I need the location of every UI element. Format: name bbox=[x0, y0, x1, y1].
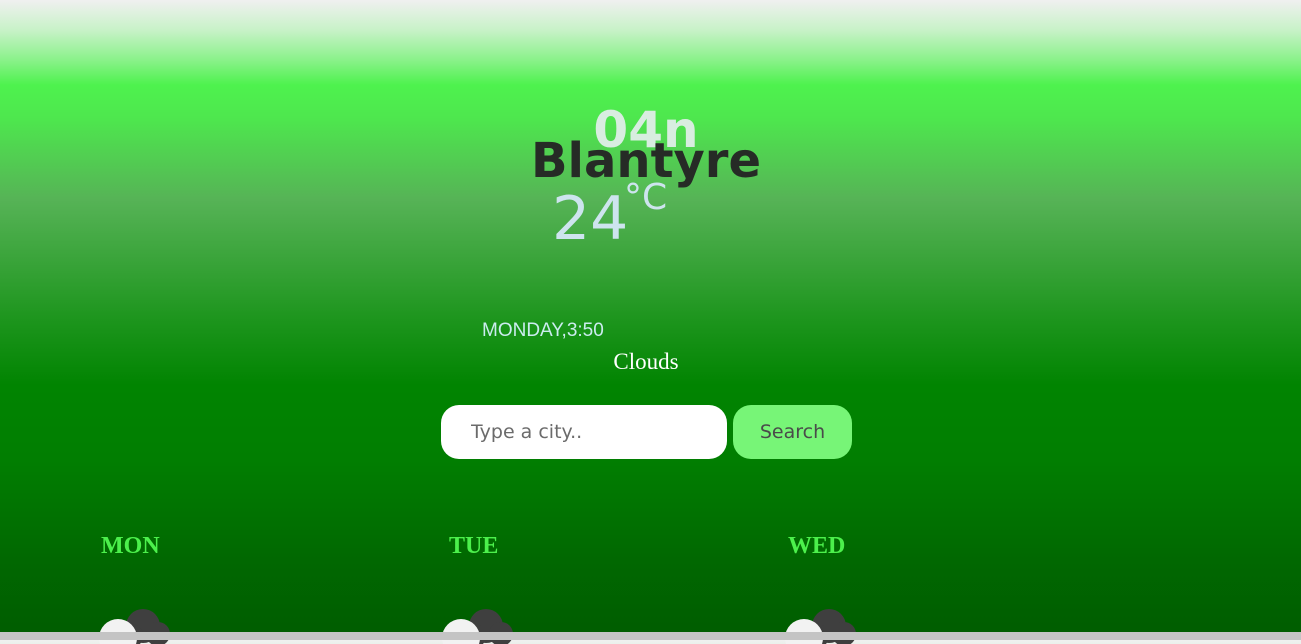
temperature-value: 24 bbox=[552, 184, 629, 254]
weather-description: Clouds bbox=[613, 349, 679, 374]
forecast-day-tue: TUE bbox=[449, 533, 499, 559]
city-search-input[interactable] bbox=[441, 405, 727, 459]
search-button[interactable]: Search bbox=[733, 405, 852, 459]
forecast-day-wed: WED bbox=[788, 533, 846, 559]
temperature-unit: °C bbox=[624, 177, 668, 218]
forecast-day-mon: MON bbox=[101, 533, 160, 559]
day-time: MONDAY,3:50 bbox=[482, 320, 604, 341]
horizontal-scrollbar[interactable] bbox=[0, 632, 1301, 640]
